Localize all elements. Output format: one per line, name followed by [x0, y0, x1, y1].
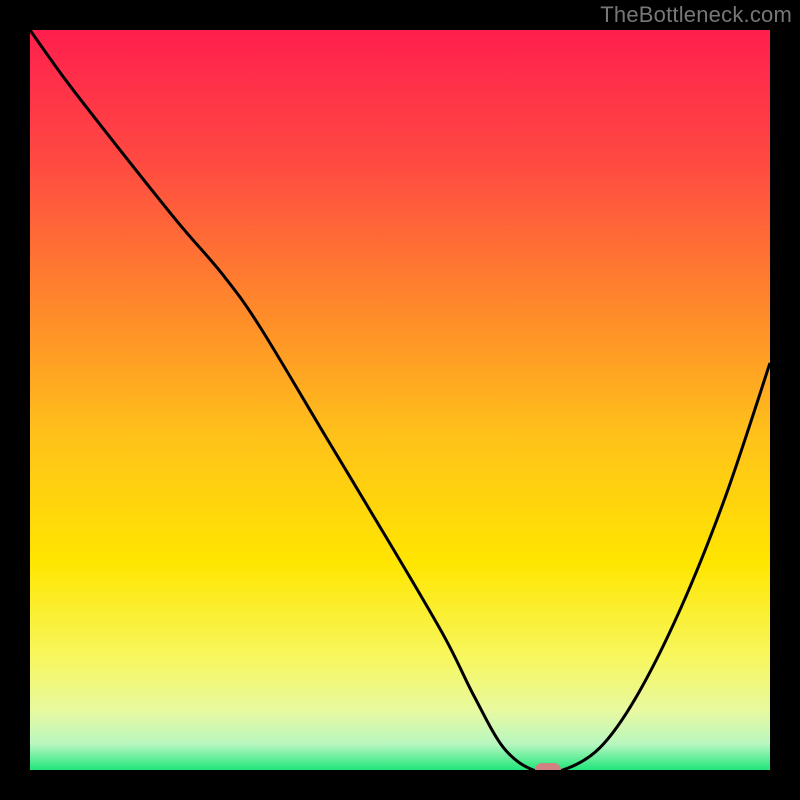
watermark-text: TheBottleneck.com — [600, 2, 792, 28]
plot-area — [30, 30, 770, 770]
optimal-point-marker — [535, 763, 561, 770]
chart-container: TheBottleneck.com — [0, 0, 800, 800]
bottleneck-curve — [30, 30, 770, 770]
curve-path — [30, 30, 770, 770]
